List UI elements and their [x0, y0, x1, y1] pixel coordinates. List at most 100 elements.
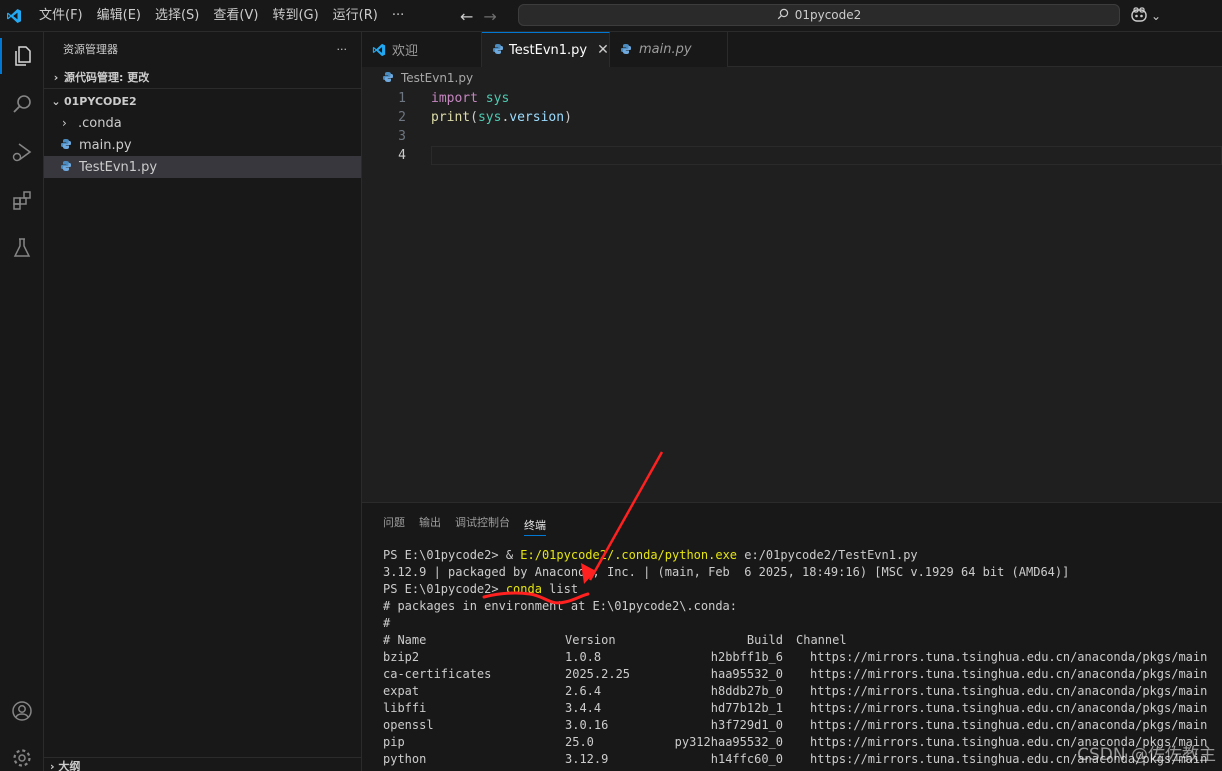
package-channel: https://mirrors.tuna.tsinghua.edu.cn/ana…	[810, 650, 1208, 664]
package-name: ca-certificates	[383, 667, 492, 681]
tab-label: TestEvn1.py	[509, 42, 588, 58]
copilot-button[interactable]: ⌄	[1130, 0, 1161, 32]
menu-go[interactable]: 转到(G)	[265, 0, 325, 32]
account-icon[interactable]	[0, 693, 44, 729]
sidebar-title: 资源管理器	[63, 43, 118, 56]
menu-run[interactable]: 运行(R)	[326, 0, 385, 32]
chevron-down-icon: ⌄	[1151, 9, 1162, 23]
menu-more[interactable]: ···	[385, 0, 411, 32]
menu-bar: 文件(F) 编辑(E) 选择(S) 查看(V) 转到(G) 运行(R) ···	[32, 0, 411, 32]
package-row: openssl 3.0.16 h3f729d1_0 https://mirrors.t…	[383, 717, 1222, 734]
tree-item-conda[interactable]: › .conda	[44, 112, 361, 134]
python-file-icon	[60, 160, 74, 174]
tab-debug-console[interactable]: 调试控制台	[455, 503, 510, 539]
breadcrumb[interactable]: TestEvn1.py	[362, 67, 1222, 89]
code-line-current: 4	[362, 146, 1222, 165]
outline-section[interactable]: › 大纲	[44, 757, 362, 771]
menu-view[interactable]: 查看(V)	[206, 0, 265, 32]
package-version: 3.4.4	[565, 701, 602, 715]
command-center-search[interactable]: 01pycode2	[518, 4, 1120, 26]
menu-selection[interactable]: 选择(S)	[148, 0, 206, 32]
search-text: 01pycode2	[794, 8, 862, 22]
editor-tabbar: 欢迎 TestEvn1.py ✕ main.py	[362, 32, 1222, 67]
bottom-panel: 问题 输出 调试控制台 终端 PS E:\01pycode2> & E:/01p…	[362, 502, 1222, 771]
package-channel: https://mirrors.tuna.tsinghua.edu.cn/ana…	[810, 718, 1208, 732]
current-line-highlight	[431, 146, 1222, 165]
package-row: bzip2 1.0.8 h2bbff1b_6 https://mirrors.tuna…	[383, 649, 1222, 666]
chevron-right-icon: ›	[62, 116, 67, 130]
watermark: CSDN @佐佐教主	[1077, 745, 1216, 765]
vscode-logo-icon	[0, 0, 28, 32]
activity-bar	[0, 32, 44, 771]
title-bar: 文件(F) 编辑(E) 选择(S) 查看(V) 转到(G) 运行(R) ··· …	[0, 0, 1222, 32]
package-name: expat	[383, 684, 420, 698]
search-icon	[777, 8, 789, 23]
tab-label: 欢迎	[392, 44, 419, 59]
code-module: sys	[485, 91, 510, 106]
copilot-icon	[1130, 6, 1148, 26]
nav-arrows: ← →	[460, 0, 497, 32]
chevron-down-icon: ⌄	[51, 94, 61, 108]
workspace-section[interactable]: ⌄ 01PYCODE2	[44, 90, 361, 112]
extensions-icon[interactable]	[0, 182, 44, 218]
tab-problems[interactable]: 问题	[383, 503, 405, 539]
code-function: print	[431, 110, 471, 125]
package-header-row: # Name Version Build Channel	[383, 633, 847, 647]
code-line: 3	[362, 127, 1222, 146]
code-editor[interactable]: 1 import sys 2 print(sys.version) 3 4	[362, 89, 1222, 165]
breadcrumb-file[interactable]: TestEvn1.py	[401, 71, 473, 85]
source-control-label: 源代码管理: 更改	[64, 71, 150, 84]
run-debug-icon[interactable]	[0, 134, 44, 170]
testing-flask-icon[interactable]	[0, 230, 44, 266]
code-paren: )	[564, 110, 572, 125]
tab-output[interactable]: 输出	[419, 503, 441, 539]
line-number: 3	[398, 129, 406, 144]
python-file-icon	[60, 138, 74, 152]
explorer-sidebar: 资源管理器 ··· › 源代码管理: 更改 ⌄ 01PYCODE2 › .con…	[44, 32, 362, 771]
tree-item-label: main.py	[79, 137, 132, 153]
package-row: libffi 3.4.4 hd77b12b_1 https://mirrors.tun…	[383, 700, 1222, 717]
package-version: 2025.2.25	[565, 667, 631, 681]
forward-arrow-icon[interactable]: →	[483, 7, 496, 26]
package-build: py312haa95532_0	[674, 735, 783, 749]
package-name: libffi	[383, 701, 427, 715]
code-line: 2 print(sys.version)	[362, 108, 1222, 127]
more-actions-icon[interactable]: ···	[337, 43, 348, 56]
tree-item-label: .conda	[78, 115, 122, 131]
package-build: h2bbff1b_6	[710, 650, 783, 664]
tab-welcome[interactable]: 欢迎	[362, 32, 482, 67]
package-version: 25.0	[565, 735, 594, 749]
close-icon[interactable]: ✕	[597, 42, 609, 58]
explorer-icon[interactable]	[0, 38, 44, 74]
tree-item-main-py[interactable]: main.py	[44, 134, 361, 156]
terminal[interactable]: PS E:\01pycode2> & E:/01pycode2/.conda/p…	[362, 539, 1222, 768]
package-name: pip	[383, 735, 405, 749]
tab-main-py[interactable]: main.py	[610, 32, 728, 67]
package-version: 3.0.16	[565, 718, 609, 732]
code-keyword: import	[431, 91, 478, 106]
package-name: openssl	[383, 718, 434, 732]
sidebar-header: 资源管理器 ···	[44, 32, 361, 66]
menu-file[interactable]: 文件(F)	[32, 0, 90, 32]
source-control-section[interactable]: › 源代码管理: 更改	[44, 66, 361, 88]
code-object: sys	[477, 110, 502, 125]
search-icon[interactable]	[0, 86, 44, 122]
tab-label: main.py	[639, 42, 692, 57]
outline-label: 大纲	[58, 760, 81, 771]
package-build: h3f729d1_0	[710, 718, 783, 732]
editor-area: 欢迎 TestEvn1.py ✕ main.py TestEvn1.py 1 i…	[362, 32, 1222, 502]
package-channel: https://mirrors.tuna.tsinghua.edu.cn/ana…	[810, 701, 1208, 715]
python-file-icon	[382, 71, 396, 85]
settings-gear-icon[interactable]	[0, 740, 44, 771]
line-number: 1	[398, 91, 406, 106]
code-line: 1 import sys	[362, 89, 1222, 108]
package-name: bzip2	[383, 650, 420, 664]
terminal-line: #	[383, 616, 391, 630]
tree-item-testevn1-py[interactable]: TestEvn1.py	[44, 156, 361, 178]
tab-terminal[interactable]: 终端	[524, 506, 546, 536]
tab-testevn1[interactable]: TestEvn1.py ✕	[482, 32, 610, 67]
menu-edit[interactable]: 编辑(E)	[90, 0, 148, 32]
back-arrow-icon[interactable]: ←	[460, 7, 473, 26]
package-channel: https://mirrors.tuna.tsinghua.edu.cn/ana…	[810, 684, 1208, 698]
workspace-label: 01PYCODE2	[64, 94, 137, 108]
